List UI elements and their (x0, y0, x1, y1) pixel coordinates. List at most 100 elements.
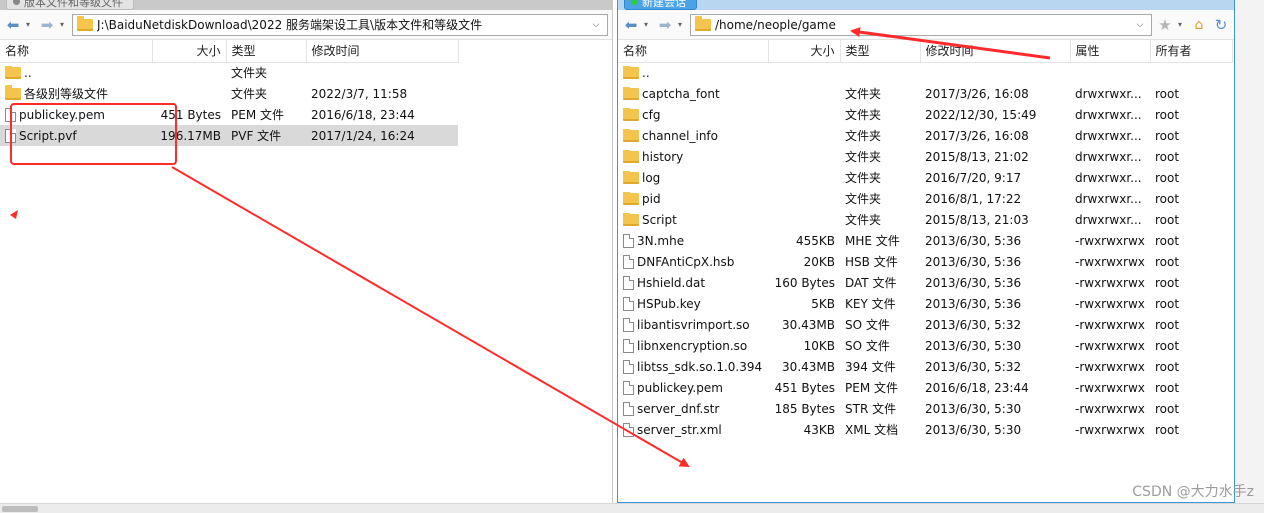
file-name-text: 3N.mhe (637, 233, 685, 248)
cell-attr: drwxrwxr... (1075, 191, 1142, 206)
file-name: Script.pvf (5, 128, 147, 143)
file-name-text: Hshield.dat (637, 275, 706, 290)
cell-size (768, 188, 840, 209)
file-row[interactable]: channel_info 文件夹 2017/3/26, 16:08 drwxrwxr.… (618, 125, 1232, 146)
remote-file-table: 名称 大小 类型 修改时间 属性 所有者 .. captcha_font 文件夹 20… (618, 40, 1233, 440)
cell-name: 各级别等级文件 (0, 83, 152, 104)
refresh-icon[interactable]: ↻ (1212, 16, 1230, 34)
bookmark-dropdown-icon[interactable]: ▾ (1178, 20, 1186, 29)
chevron-down-icon[interactable]: ⌵ (589, 20, 603, 30)
scrollbar-thumb[interactable] (2, 506, 38, 512)
cell-owner: root (1155, 149, 1180, 164)
file-row[interactable]: server_str.xml 43KB XML 文档 2013/6/30, 5:30 -… (618, 419, 1232, 440)
column-header-modified[interactable]: 修改时间 (920, 40, 1071, 63)
file-row[interactable]: captcha_font 文件夹 2017/3/26, 16:08 drwxrwxr.… (618, 83, 1232, 104)
file-name-text: libantisvrimport.so (637, 317, 750, 332)
file-name-text: Script.pvf (19, 128, 77, 143)
forward-arrow-icon[interactable]: ➡ (38, 16, 56, 34)
cell-size: 451 Bytes (160, 107, 221, 122)
cell-size (768, 104, 840, 125)
cell-type: 文件夹 (845, 213, 882, 227)
local-pane: 版本文件和等级文件 ⬅ ▾ ➡ ▾ J:\BaiduNetdiskDownloa… (0, 0, 613, 503)
forward-dropdown-icon[interactable]: ▾ (678, 20, 686, 29)
tab-local[interactable]: 版本文件和等级文件 (6, 0, 134, 10)
tab-remote[interactable]: 新建会话 (624, 0, 697, 10)
cell-attr: drwxrwxr... (1075, 170, 1142, 185)
column-header-modified[interactable]: 修改时间 (306, 40, 459, 63)
cell-attr (1070, 62, 1150, 83)
file-row[interactable]: libnxencryption.so 10KB SO 文件 2013/6/30, 5:… (618, 335, 1232, 356)
cell-name: captcha_font (618, 83, 768, 104)
cell-name: HSPub.key (618, 293, 768, 314)
cell-modified: 2013/6/30, 5:30 (925, 338, 1022, 353)
cell-size (768, 146, 840, 167)
file-row[interactable]: Script 文件夹 2015/8/13, 21:03 drwxrwxr... root (618, 209, 1232, 230)
app-window: 版本文件和等级文件 ⬅ ▾ ➡ ▾ J:\BaiduNetdiskDownloa… (0, 0, 1264, 513)
folder-icon (5, 65, 21, 79)
column-header-size[interactable]: 大小 (768, 40, 841, 63)
folder-icon (623, 107, 639, 121)
cell-type: 394 文件 (845, 360, 896, 374)
file-row[interactable]: log 文件夹 2016/7/20, 9:17 drwxrwxr... root (618, 167, 1232, 188)
file-row[interactable]: Hshield.dat 160 Bytes DAT 文件 2013/6/30, 5:3… (618, 272, 1232, 293)
remote-pane: 新建会话 ⬅ ▾ ➡ ▾ /home/neople/game ⌵ ★ ▾ ⌂ ↻… (617, 0, 1235, 503)
cell-attr: -rwxrwxrwx (1075, 296, 1145, 311)
tab-local-label: 版本文件和等级文件 (24, 0, 123, 9)
back-dropdown-icon[interactable]: ▾ (26, 20, 34, 29)
file-name-text: cfg (642, 107, 661, 122)
file-row[interactable]: .. 文件夹 (0, 62, 458, 83)
column-header-name[interactable]: 名称 (0, 40, 153, 63)
back-arrow-icon[interactable]: ⬅ (622, 16, 640, 34)
file-row[interactable]: DNFAntiCpX.hsb 20KB HSB 文件 2013/6/30, 5:36 -… (618, 251, 1232, 272)
file-row[interactable]: HSPub.key 5KB KEY 文件 2013/6/30, 5:36 -rwxrwx… (618, 293, 1232, 314)
cell-modified: 2013/6/30, 5:36 (925, 275, 1022, 290)
local-tabbar: 版本文件和等级文件 (0, 0, 612, 10)
file-row[interactable]: publickey.pem 451 Bytes PEM 文件 2016/6/18, 2… (0, 104, 458, 125)
column-header-name[interactable]: 名称 (618, 40, 769, 63)
back-arrow-icon[interactable]: ⬅ (4, 16, 22, 34)
back-dropdown-icon[interactable]: ▾ (644, 20, 652, 29)
cell-attr: drwxrwxr... (1075, 149, 1142, 164)
file-row[interactable]: .. (618, 62, 1232, 83)
window-edge (1235, 0, 1264, 503)
table-header-row: 名称 大小 类型 修改时间 属性 所有者 (618, 40, 1233, 63)
local-path-input[interactable]: J:\BaiduNetdiskDownload\2022 服务端架设工具\版本文… (72, 13, 608, 36)
forward-dropdown-icon[interactable]: ▾ (60, 20, 68, 29)
folder-icon (695, 15, 711, 31)
home-icon[interactable]: ⌂ (1190, 16, 1208, 34)
column-header-owner[interactable]: 所有者 (1150, 40, 1233, 63)
file-name: 3N.mhe (623, 233, 763, 248)
cell-type: SO 文件 (845, 318, 890, 332)
column-header-size[interactable]: 大小 (152, 40, 227, 63)
cell-size: 196.17MB (152, 125, 226, 146)
star-icon[interactable]: ★ (1156, 16, 1174, 34)
file-name-text: history (642, 149, 684, 164)
column-header-attributes[interactable]: 属性 (1070, 40, 1151, 63)
column-header-type[interactable]: 类型 (226, 40, 307, 63)
remote-file-list: .. captcha_font 文件夹 2017/3/26, 16:08 drwxrwx… (618, 62, 1232, 440)
file-row[interactable]: libtss_sdk.so.1.0.394 30.43MB 394 文件 2013/6… (618, 356, 1232, 377)
file-row[interactable]: cfg 文件夹 2022/12/30, 15:49 drwxrwxr... root (618, 104, 1232, 125)
file-row[interactable]: publickey.pem 451 Bytes PEM 文件 2016/6/18, 2… (618, 377, 1232, 398)
file-row[interactable]: pid 文件夹 2016/8/1, 17:22 drwxrwxr... root (618, 188, 1232, 209)
file-row[interactable]: Script.pvf 196.17MB PVF 文件 2017/1/24, 16:24 (0, 125, 458, 146)
file-row[interactable]: 各级别等级文件 文件夹 2022/3/7, 11:58 (0, 83, 458, 104)
file-row[interactable]: libantisvrimport.so 30.43MB SO 文件 2013/6/30… (618, 314, 1232, 335)
file-name: .. (5, 65, 147, 80)
file-name: libnxencryption.so (623, 338, 763, 353)
cell-size (152, 62, 226, 83)
horizontal-scrollbar[interactable] (0, 503, 1264, 513)
watermark: CSDN @大力水手z (1132, 484, 1254, 500)
file-row[interactable]: 3N.mhe 455KB MHE 文件 2013/6/30, 5:36 -rwxrwxr… (618, 230, 1232, 251)
column-header-type[interactable]: 类型 (840, 40, 921, 63)
file-name-text: 各级别等级文件 (24, 87, 109, 101)
cell-type: HSB 文件 (845, 255, 898, 269)
file-row[interactable]: server_dnf.str 185 Bytes STR 文件 2013/6/30, … (618, 398, 1232, 419)
file-row[interactable]: history 文件夹 2015/8/13, 21:02 drwxrwxr... roo… (618, 146, 1232, 167)
forward-arrow-icon[interactable]: ➡ (656, 16, 674, 34)
folder-icon (623, 170, 639, 184)
cell-modified: 2016/6/18, 23:44 (925, 380, 1029, 395)
file-name-text: Script (642, 212, 677, 227)
remote-path-input[interactable]: /home/neople/game ⌵ (690, 13, 1152, 36)
chevron-down-icon[interactable]: ⌵ (1133, 20, 1147, 30)
